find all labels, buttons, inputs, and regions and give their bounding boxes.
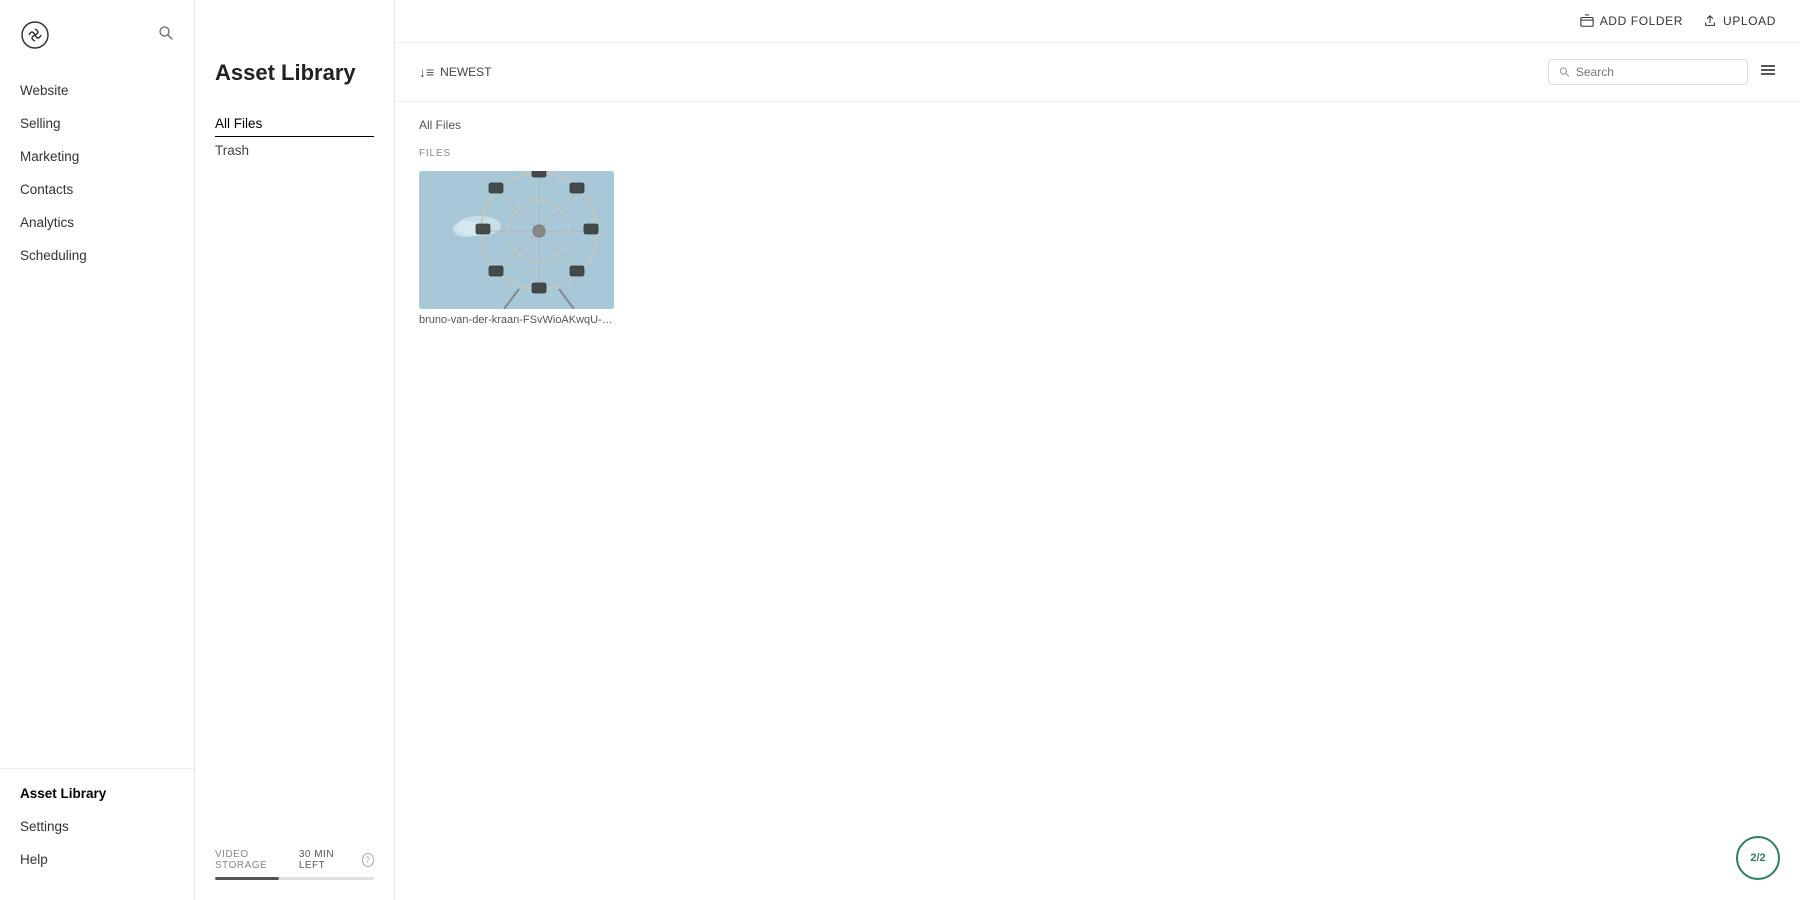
- folder-nav-trash[interactable]: Trash: [215, 137, 374, 164]
- sidebar-item-contacts[interactable]: Contacts: [0, 173, 194, 206]
- file-card[interactable]: bruno-van-der-kraan-FSvWioAKwqU-unsplas.…: [419, 171, 614, 326]
- sidebar-logo-area: [0, 16, 194, 70]
- header-right: [1548, 59, 1776, 85]
- sidebar-item-scheduling[interactable]: Scheduling: [0, 239, 194, 272]
- header-left: ↓≡ NEWEST: [419, 64, 492, 80]
- sort-icon: ↓≡: [419, 64, 434, 80]
- storage-remaining: 30 MIN LEFT: [299, 849, 356, 871]
- sort-button[interactable]: ↓≡ NEWEST: [419, 64, 492, 80]
- sidebar-item-website[interactable]: Website: [0, 74, 194, 107]
- sidebar-bottom: Asset Library Settings Help: [0, 768, 194, 884]
- add-folder-label: ADD FOLDER: [1600, 14, 1683, 28]
- file-name: bruno-van-der-kraan-FSvWioAKwqU-unsplas.…: [419, 314, 614, 326]
- file-thumbnail: [419, 171, 614, 309]
- folder-panel-title: Asset Library: [215, 60, 374, 86]
- files-section-label: FILES: [419, 148, 1776, 159]
- folder-nav-all-files[interactable]: All Files: [215, 110, 374, 137]
- sidebar-item-selling[interactable]: Selling: [0, 107, 194, 140]
- bottom-badge[interactable]: 2/2: [1736, 836, 1780, 880]
- storage-bar: [215, 877, 374, 880]
- sidebar-item-asset-library[interactable]: Asset Library: [0, 777, 194, 810]
- content-area: All Files FILES: [395, 102, 1800, 900]
- folder-panel: Asset Library All Files Trash VIDEO STOR…: [195, 0, 395, 900]
- folder-panel-storage: VIDEO STORAGE 30 MIN LEFT ?: [215, 833, 374, 880]
- view-toggle-button[interactable]: [1760, 62, 1776, 83]
- sidebar-item-analytics[interactable]: Analytics: [0, 206, 194, 239]
- search-icon[interactable]: [158, 25, 174, 46]
- add-folder-button[interactable]: ADD FOLDER: [1580, 14, 1683, 28]
- sidebar-item-marketing[interactable]: Marketing: [0, 140, 194, 173]
- sidebar-item-help[interactable]: Help: [0, 843, 194, 876]
- upload-button[interactable]: UPLOAD: [1703, 14, 1776, 28]
- files-grid: bruno-van-der-kraan-FSvWioAKwqU-unsplas.…: [419, 171, 1776, 326]
- breadcrumb: All Files: [419, 118, 1776, 132]
- sidebar-item-settings[interactable]: Settings: [0, 810, 194, 843]
- search-icon-main: [1559, 66, 1570, 78]
- search-box[interactable]: [1548, 59, 1748, 85]
- sidebar-nav: Website Selling Marketing Contacts Analy…: [0, 70, 194, 768]
- main-content-header: ↓≡ NEWEST: [395, 43, 1800, 102]
- upload-label: UPLOAD: [1723, 14, 1776, 28]
- top-action-bar: ADD FOLDER UPLOAD: [395, 0, 1800, 43]
- storage-info-icon[interactable]: ?: [362, 853, 374, 867]
- storage-label-text: VIDEO STORAGE: [215, 849, 293, 871]
- sort-label: NEWEST: [440, 65, 491, 79]
- storage-bar-fill: [215, 877, 279, 880]
- logo-icon[interactable]: [20, 20, 50, 50]
- sidebar: Website Selling Marketing Contacts Analy…: [0, 0, 195, 900]
- search-input[interactable]: [1576, 65, 1737, 79]
- main-wrapper: ADD FOLDER UPLOAD ↓≡ NEWEST: [395, 0, 1800, 900]
